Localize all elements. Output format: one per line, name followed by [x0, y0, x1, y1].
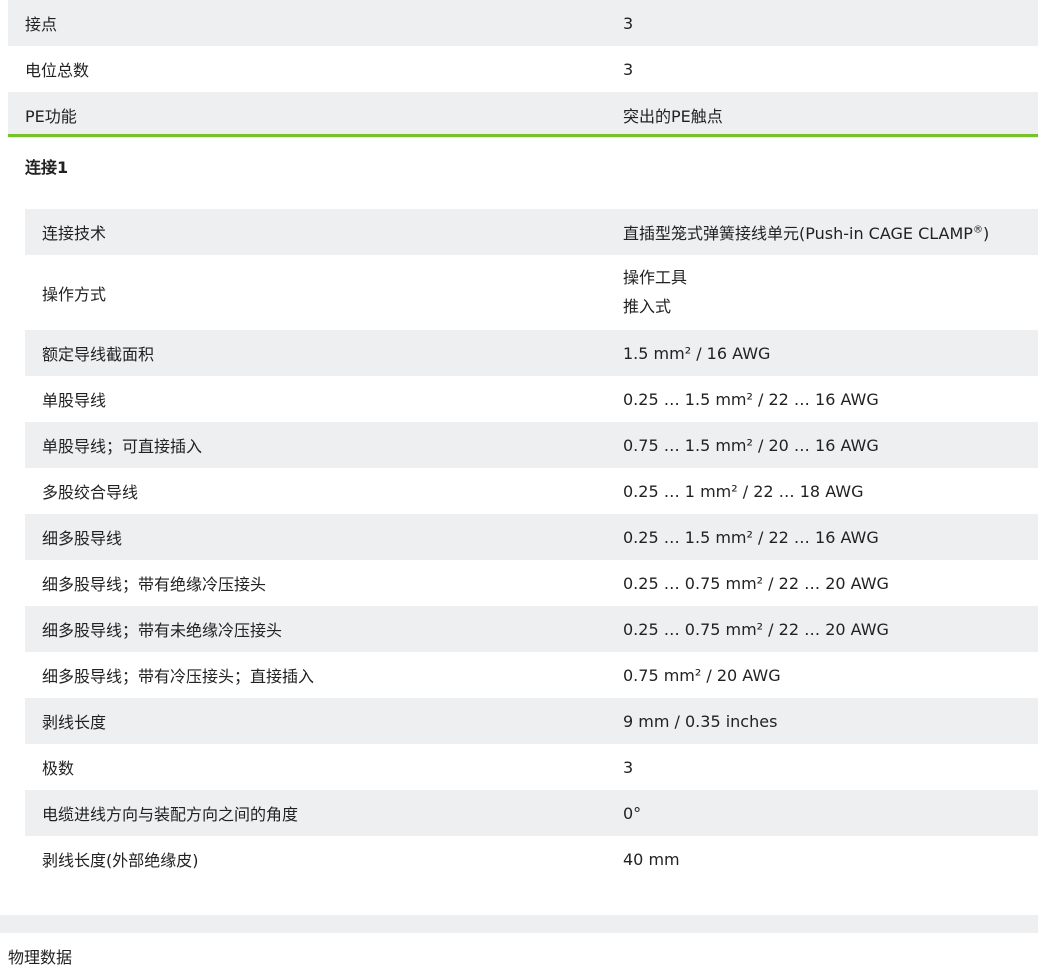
- property-value: 0.75 … 1.5 mm² / 20 … 16 AWG: [623, 435, 879, 455]
- property-label: 单股导线；可直接插入: [42, 437, 203, 456]
- property-value: 9 mm / 0.35 inches: [623, 711, 778, 731]
- property-label: 操作方式: [42, 284, 107, 304]
- property-value-list: 操作工具 推入式: [623, 267, 687, 318]
- section-separator-band: [0, 915, 1038, 933]
- table-row: 细多股导线；带有绝缘冷压接头 0.25 … 0.75 mm² / 22 … 20…: [25, 560, 1038, 606]
- property-label: 额定导线截面积: [42, 345, 155, 364]
- property-value: 40 mm: [623, 849, 680, 869]
- property-label: 细多股导线: [42, 529, 123, 548]
- table-row: 细多股导线 0.25 … 1.5 mm² / 22 … 16 AWG: [25, 514, 1038, 560]
- table-row: PE功能 突出的PE触点: [8, 92, 1038, 138]
- property-value: 0.75 mm² / 20 AWG: [623, 665, 781, 685]
- table-row: 单股导线 0.25 … 1.5 mm² / 22 … 16 AWG: [25, 376, 1038, 422]
- property-label: 细多股导线；带有冷压接头；直接插入: [42, 667, 315, 686]
- property-label: PE功能: [25, 107, 77, 126]
- property-value: 突出的PE触点: [623, 107, 723, 126]
- property-label: 剥线长度: [42, 713, 107, 732]
- table-row: 细多股导线；带有冷压接头；直接插入 0.75 mm² / 20 AWG: [25, 652, 1038, 698]
- registered-mark: ®: [972, 224, 983, 236]
- property-label: 连接技术: [42, 224, 107, 243]
- table-row: 单股导线；可直接插入 0.75 … 1.5 mm² / 20 … 16 AWG: [25, 422, 1038, 468]
- table-row: 多股绞合导线 0.25 … 1 mm² / 22 … 18 AWG: [25, 468, 1038, 514]
- table-row: 极数 3: [25, 744, 1038, 790]
- property-label: 极数: [42, 759, 75, 778]
- table-row: 细多股导线；带有未绝缘冷压接头 0.25 … 0.75 mm² / 22 … 2…: [25, 606, 1038, 652]
- property-value: 1.5 mm² / 16 AWG: [623, 343, 771, 363]
- property-value: 0.25 … 0.75 mm² / 22 … 20 AWG: [623, 619, 889, 639]
- table-row: 连接技术 直插型笼式弹簧接线单元(Push-in CAGE CLAMP®): [25, 209, 1038, 255]
- property-value: 操作工具: [623, 268, 688, 287]
- property-label: 接点: [25, 15, 58, 34]
- property-label: 多股绞合导线: [42, 483, 139, 502]
- property-label: 电位总数: [25, 61, 90, 80]
- property-value: 3: [623, 13, 634, 33]
- table-row: 剥线长度 9 mm / 0.35 inches: [25, 698, 1038, 744]
- property-label: 电缆进线方向与装配方向之间的角度: [42, 805, 299, 824]
- table-row: 操作方式 操作工具 推入式: [25, 255, 1038, 330]
- general-properties-table: 接点 3 电位总数 3 PE功能 突出的PE触点: [8, 0, 1038, 138]
- table-row: 接点 3: [8, 0, 1038, 46]
- next-section-heading: 物理数据: [8, 948, 73, 967]
- section-heading: 连接1: [25, 158, 69, 177]
- section-divider: [8, 134, 1038, 137]
- property-value: 0.25 … 1.5 mm² / 22 … 16 AWG: [623, 527, 879, 547]
- property-value: 0.25 … 1.5 mm² / 22 … 16 AWG: [623, 389, 879, 409]
- table-row: 剥线长度(外部绝缘皮) 40 mm: [25, 836, 1038, 882]
- property-value: 0.25 … 1 mm² / 22 … 18 AWG: [623, 481, 864, 501]
- property-value: 0.25 … 0.75 mm² / 22 … 20 AWG: [623, 573, 889, 593]
- table-row: 额定导线截面积 1.5 mm² / 16 AWG: [25, 330, 1038, 376]
- property-label: 细多股导线；带有未绝缘冷压接头: [42, 621, 283, 640]
- property-value: 直插型笼式弹簧接线单元(Push-in CAGE CLAMP®): [623, 224, 990, 243]
- property-value: 推入式: [623, 297, 672, 316]
- property-label: 剥线长度(外部绝缘皮): [42, 851, 199, 870]
- property-value: 0°: [623, 803, 642, 823]
- connection-properties-table: 连接技术 直插型笼式弹簧接线单元(Push-in CAGE CLAMP®) 操作…: [25, 209, 1038, 882]
- property-label: 细多股导线；带有绝缘冷压接头: [42, 575, 267, 594]
- property-value: 3: [623, 757, 634, 777]
- property-value: 3: [623, 59, 634, 79]
- table-row: 电位总数 3: [8, 46, 1038, 92]
- property-label: 单股导线: [42, 391, 107, 410]
- table-row: 电缆进线方向与装配方向之间的角度 0°: [25, 790, 1038, 836]
